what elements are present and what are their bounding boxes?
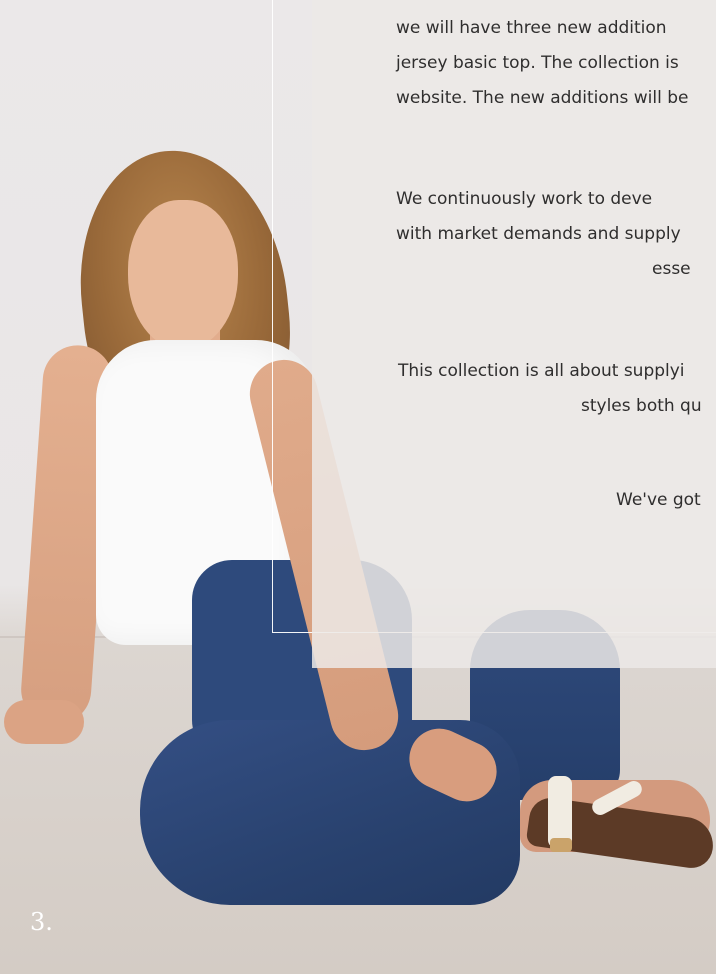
sandal-buckle [550, 838, 572, 852]
text-line: jersey basic top. The collection is [396, 53, 679, 73]
paragraph-development: We continuously work to deve with market… [396, 182, 691, 287]
text-line: website. The new additions will be [396, 88, 689, 108]
paragraph-collection: This collection is all about supplyi sty… [398, 354, 702, 424]
page-number: 3. [30, 908, 53, 936]
face [128, 200, 238, 350]
text-line: with market demands and supply [396, 224, 681, 244]
text-line: we will have three new addition [396, 18, 667, 38]
text-line: This collection is all about supplyi [398, 361, 685, 381]
text-line: We've got [616, 490, 701, 510]
left-hand [4, 700, 84, 744]
paragraph-intro: we will have three new addition jersey b… [396, 11, 689, 116]
text-line: esse [652, 259, 691, 279]
text-line: We continuously work to deve [396, 189, 653, 209]
text-line: styles both qu [581, 396, 702, 416]
text-panel: we will have three new addition jersey b… [312, 0, 716, 668]
paragraph-closing: We've got [616, 483, 701, 518]
